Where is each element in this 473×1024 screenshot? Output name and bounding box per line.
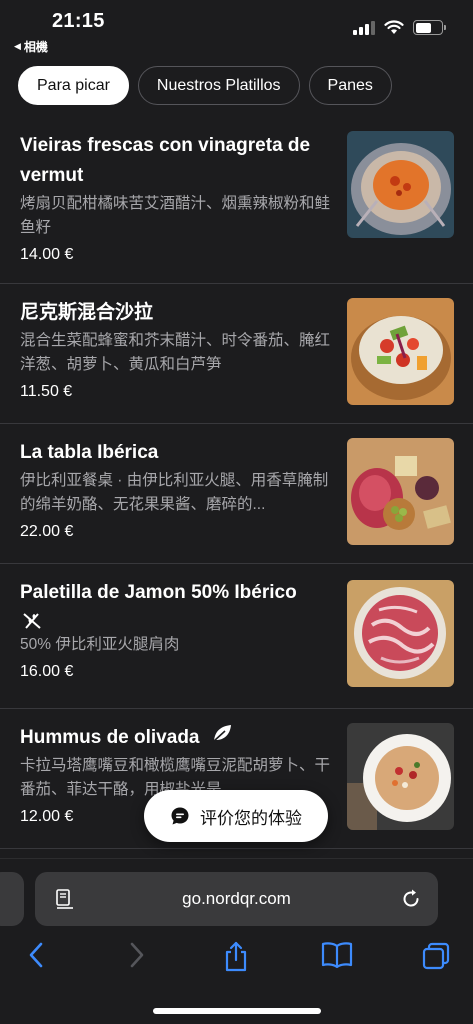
- browser-chrome: go.nordqr.com: [0, 858, 473, 1024]
- back-to-app-link[interactable]: ◀ 相機: [14, 38, 48, 55]
- menu-item-name-text: Paletilla de Jamon 50% Ibérico: [20, 582, 297, 603]
- menu-item-price: 11.50 €: [20, 383, 73, 400]
- status-bar: 21:15 ◀ 相機: [0, 0, 473, 58]
- menu-item-name: 尼克斯混合沙拉: [20, 302, 154, 323]
- menu-item-price: 16.00 €: [20, 663, 74, 680]
- back-app-label: 相機: [23, 40, 48, 54]
- menu-item-description: 混合生菜配蜂蜜和芥末醋汁、时令番茄、腌红洋葱、胡萝卜、黄瓜和白芦笋: [20, 332, 331, 373]
- review-experience-button[interactable]: 评价您的体验: [144, 790, 328, 842]
- menu-item[interactable]: Paletilla de Jamon 50% Ibérico 50% 伊比利亚火…: [0, 564, 473, 709]
- status-time: 21:15: [52, 10, 105, 32]
- url-text: go.nordqr.com: [182, 889, 291, 908]
- chat-bubble-icon: [171, 807, 189, 825]
- salad-photo[interactable]: [347, 298, 454, 405]
- iberian-board-photo[interactable]: [347, 438, 454, 545]
- category-tabs: Para picar Nuestros Platillos Panes: [18, 66, 392, 105]
- back-icon[interactable]: [26, 941, 46, 969]
- forward-icon[interactable]: [127, 941, 147, 969]
- menu-item-price: 14.00 €: [20, 246, 74, 263]
- menu-item-name: Hummus de olivada: [20, 723, 332, 753]
- gluten-free-icon: [20, 608, 332, 632]
- wifi-icon: [384, 20, 404, 34]
- back-arrow-icon: ◀: [14, 41, 21, 51]
- menu-item-name-text: Hummus de olivada: [20, 727, 200, 749]
- scallop-photo[interactable]: [347, 131, 454, 238]
- menu-item[interactable]: Vieiras frescas con vinagreta de vermut …: [0, 117, 473, 284]
- address-bar[interactable]: go.nordqr.com: [35, 872, 438, 926]
- vegan-leaf-icon: [211, 723, 233, 753]
- previous-tab-peek[interactable]: [0, 872, 24, 926]
- menu-item-name: La tabla Ibérica: [20, 442, 159, 463]
- menu-item-name: Paletilla de Jamon 50% Ibérico: [20, 578, 332, 608]
- share-icon[interactable]: [222, 941, 250, 973]
- home-indicator[interactable]: [153, 1008, 321, 1014]
- bookmarks-icon[interactable]: [320, 941, 354, 969]
- status-icons: [353, 20, 446, 35]
- battery-icon: [413, 20, 446, 35]
- menu-item-description: 50% 伊比利亚火腿肩肉: [20, 636, 180, 653]
- jamon-photo[interactable]: [347, 580, 454, 687]
- tab-panes[interactable]: Panes: [308, 66, 392, 105]
- menu-item[interactable]: 尼克斯混合沙拉 混合生菜配蜂蜜和芥末醋汁、时令番茄、腌红洋葱、胡萝卜、黄瓜和白芦…: [0, 284, 473, 424]
- menu-item-description: 烤扇贝配柑橘味苦艾酒醋汁、烟熏辣椒粉和鲑鱼籽: [20, 195, 331, 236]
- tabs-icon[interactable]: [421, 941, 451, 971]
- menu-item[interactable]: La tabla Ibérica 伊比利亚餐桌 · 由伊比利亚火腿、用香草腌制的…: [0, 424, 473, 564]
- review-label: 评价您的体验: [200, 808, 302, 828]
- browser-toolbar: [0, 941, 473, 981]
- tab-nuestros-platillos[interactable]: Nuestros Platillos: [137, 66, 300, 105]
- menu-item-name: Vieiras frescas con vinagreta de vermut: [20, 135, 311, 186]
- tab-para-picar[interactable]: Para picar: [18, 66, 129, 105]
- cellular-signal-icon: [353, 20, 375, 35]
- menu-item-price: 22.00 €: [20, 523, 74, 540]
- hummus-photo[interactable]: [347, 723, 454, 830]
- reload-icon[interactable]: [400, 888, 422, 910]
- menu-item-description: 伊比利亚餐桌 · 由伊比利亚火腿、用香草腌制的绵羊奶酪、无花果果酱、磨碎的...: [20, 472, 329, 513]
